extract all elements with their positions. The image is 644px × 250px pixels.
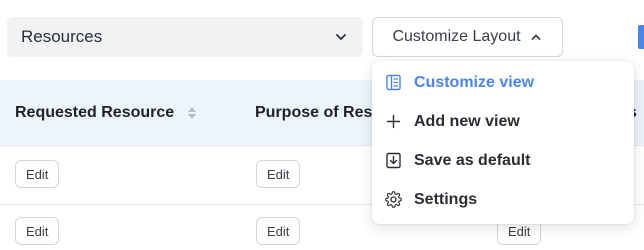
- edit-button[interactable]: Edit: [256, 160, 301, 188]
- save-download-icon: [385, 152, 402, 169]
- menu-item-label: Settings: [414, 190, 478, 208]
- offscreen-button-edge[interactable]: [638, 25, 644, 49]
- edit-button[interactable]: Edit: [256, 217, 301, 245]
- menu-item-add-new-view[interactable]: Add new view: [372, 102, 634, 141]
- menu-item-label: Save as default: [414, 151, 531, 169]
- chevron-up-icon: [529, 30, 543, 44]
- resource-select[interactable]: Resources: [7, 17, 363, 57]
- menu-item-label: Customize view: [414, 73, 535, 91]
- customize-layout-menu: Customize view Add new view Save as defa…: [372, 61, 634, 224]
- menu-item-settings[interactable]: Settings: [372, 180, 634, 219]
- resource-select-value: Resources: [21, 27, 103, 46]
- customize-layout-label: Customize Layout: [392, 28, 521, 45]
- edit-button[interactable]: Edit: [15, 217, 60, 245]
- chevron-down-icon: [333, 29, 349, 45]
- column-header-requested-resource[interactable]: Requested Resource: [15, 80, 198, 146]
- menu-item-save-as-default[interactable]: Save as default: [372, 141, 634, 180]
- plus-icon: [385, 113, 402, 130]
- customize-layout-button[interactable]: Customize Layout: [372, 17, 563, 57]
- menu-item-customize-view[interactable]: Customize view: [372, 63, 634, 102]
- edit-button[interactable]: Edit: [15, 160, 60, 188]
- gear-icon: [385, 191, 402, 208]
- customize-view-icon: [385, 74, 402, 91]
- menu-item-label: Add new view: [414, 112, 520, 130]
- column-header-label: Purpose of Res: [255, 104, 373, 121]
- column-header-purpose[interactable]: Purpose of Res: [255, 80, 375, 146]
- column-header-label: Requested Resource: [15, 104, 175, 121]
- sort-icon[interactable]: [186, 105, 198, 121]
